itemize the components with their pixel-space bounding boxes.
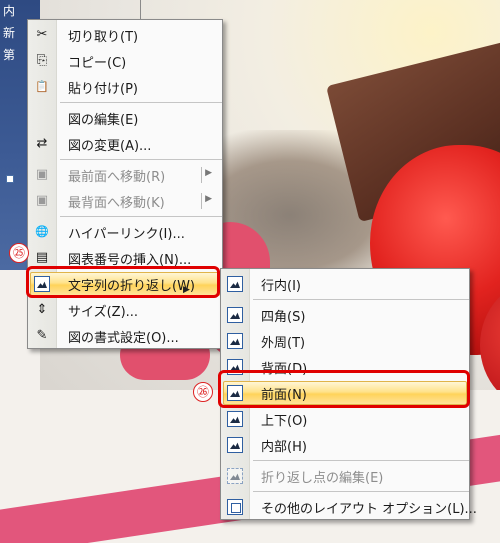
step-26-badge: ㉖ xyxy=(193,382,213,402)
menu-separator xyxy=(60,159,222,160)
bring-to-front-icon: ▣ xyxy=(35,167,49,182)
menu-item-format-picture[interactable]: ✎ 図の書式設定(O)... xyxy=(28,323,222,349)
text-wrap-icon xyxy=(34,276,50,292)
menu-item-label: 最背面へ移動(K) xyxy=(68,195,165,211)
layout-options-icon xyxy=(227,499,243,515)
submenu-item-behind-text[interactable]: 背面(D) xyxy=(221,354,469,380)
submenu-item-in-front-of-text[interactable]: 前面(N) xyxy=(221,380,469,406)
submenu-item-inline[interactable]: 行内(I) xyxy=(221,271,469,297)
step-25-badge: ㉕ xyxy=(9,243,29,263)
menu-separator xyxy=(253,460,469,461)
menu-item-send-to-back[interactable]: ▣ 最背面へ移動(K) ▶ xyxy=(28,188,222,214)
submenu-item-label: 前面(N) xyxy=(261,387,307,403)
menu-item-label: 図の変更(A)... xyxy=(68,138,152,154)
context-menu: ✂ 切り取り(T) ⎘ コピー(C) 📋 貼り付け(P) 図の編集(E) ⇄ 図… xyxy=(27,19,223,349)
size-icon: ⇕ xyxy=(36,302,48,317)
menu-item-hyperlink[interactable]: 🌐 ハイパーリンク(I)... xyxy=(28,219,222,245)
edit-wrap-points-icon xyxy=(227,468,243,484)
wrap-top-bottom-icon xyxy=(227,411,243,427)
submenu-item-label: 内部(H) xyxy=(261,439,307,455)
menu-item-paste[interactable]: 📋 貼り付け(P) xyxy=(28,74,222,100)
submenu-arrow-icon: ▶ xyxy=(205,168,212,178)
menu-separator xyxy=(60,216,222,217)
wrap-square-icon xyxy=(227,307,243,323)
menu-item-label: 図の編集(E) xyxy=(68,112,139,128)
submenu-item-edit-wrap-points[interactable]: 折り返し点の編集(E) xyxy=(221,463,469,489)
menu-item-label: サイズ(Z)... xyxy=(68,304,139,320)
caption-icon: ▤ xyxy=(35,250,49,265)
menu-separator xyxy=(253,491,469,492)
submenu-item-top-bottom[interactable]: 上下(O) xyxy=(221,406,469,432)
paste-icon: 📋 xyxy=(35,80,49,93)
send-to-back-icon: ▣ xyxy=(35,193,49,208)
submenu-arrow-icon: ▶ xyxy=(205,194,212,204)
menu-item-insert-caption[interactable]: ▤ 図表番号の挿入(N)... xyxy=(28,245,222,271)
text-wrapping-submenu: 行内(I) 四角(S) 外周(T) 背面(D) 前面(N) 上下(O) 内部(H… xyxy=(220,268,477,520)
submenu-item-label: 行内(I) xyxy=(261,278,301,294)
split-divider xyxy=(201,193,202,209)
submenu-item-more-layout-options[interactable]: その他のレイアウト オプション(L)... xyxy=(221,494,477,520)
submenu-item-label: 折り返し点の編集(E) xyxy=(261,470,384,486)
menu-item-label: コピー(C) xyxy=(68,55,127,71)
submenu-item-through[interactable]: 内部(H) xyxy=(221,432,469,458)
submenu-item-square[interactable]: 四角(S) xyxy=(221,302,469,328)
wrap-in-front-icon xyxy=(227,385,243,401)
menu-item-size[interactable]: ⇕ サイズ(Z)... xyxy=(28,297,222,323)
submenu-item-tight[interactable]: 外周(T) xyxy=(221,328,469,354)
menu-item-label: 貼り付け(P) xyxy=(68,81,138,97)
split-divider xyxy=(201,167,202,183)
menu-item-label: 図表番号の挿入(N)... xyxy=(68,252,192,268)
menu-item-label: 最前面へ移動(R) xyxy=(68,169,166,185)
menu-separator xyxy=(60,102,222,103)
menu-item-change-picture[interactable]: ⇄ 図の変更(A)... xyxy=(28,131,222,157)
wrap-inline-icon xyxy=(227,276,243,292)
menu-item-label: ハイパーリンク(I)... xyxy=(68,226,185,242)
menu-item-label: 文字列の折り返し(W) xyxy=(68,278,195,294)
wrap-tight-icon xyxy=(227,333,243,349)
submenu-arrow-icon: ▶ xyxy=(183,285,190,295)
resize-handle[interactable] xyxy=(6,175,14,183)
format-picture-icon: ✎ xyxy=(36,328,48,343)
submenu-item-label: 背面(D) xyxy=(261,361,308,377)
menu-item-bring-to-front[interactable]: ▣ 最前面へ移動(R) ▶ xyxy=(28,162,222,188)
submenu-item-label: 上下(O) xyxy=(261,413,308,429)
menu-item-text-wrapping[interactable]: 文字列の折り返し(W) ▶ xyxy=(28,271,222,297)
wrap-through-icon xyxy=(227,437,243,453)
menu-item-copy[interactable]: ⎘ コピー(C) xyxy=(28,48,222,74)
hyperlink-icon: 🌐 xyxy=(35,225,49,238)
menu-item-cut[interactable]: ✂ 切り取り(T) xyxy=(28,22,222,48)
menu-item-label: 図の書式設定(O)... xyxy=(68,330,179,346)
scissors-icon: ✂ xyxy=(36,27,48,42)
submenu-item-label: 四角(S) xyxy=(261,309,306,325)
menu-item-edit-picture[interactable]: 図の編集(E) xyxy=(28,105,222,131)
wrap-behind-icon xyxy=(227,359,243,375)
menu-item-label: 切り取り(T) xyxy=(68,29,139,45)
change-picture-icon: ⇄ xyxy=(36,136,48,151)
submenu-item-label: 外周(T) xyxy=(261,335,306,351)
copy-icon: ⎘ xyxy=(36,53,48,68)
submenu-item-label: その他のレイアウト オプション(L)... xyxy=(261,501,477,517)
menu-separator xyxy=(253,299,469,300)
